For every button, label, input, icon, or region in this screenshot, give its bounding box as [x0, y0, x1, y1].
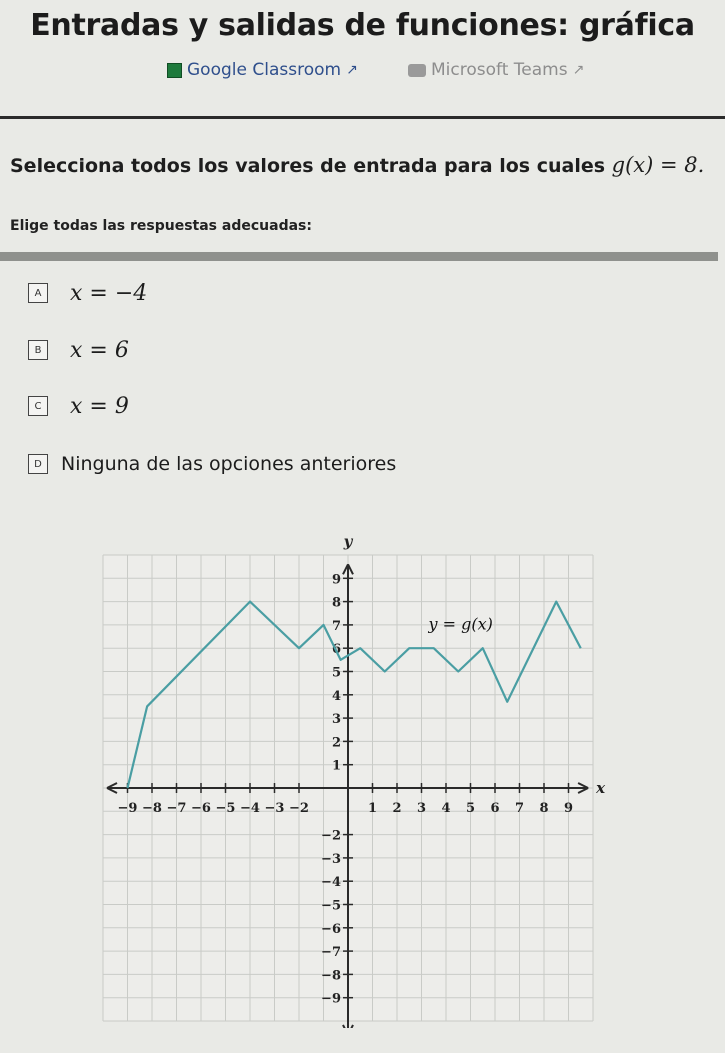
y-tick-label: −9	[321, 992, 341, 1007]
x-tick-label: −4	[240, 801, 260, 816]
x-tick-label: 6	[490, 801, 499, 816]
y-tick-label: −8	[321, 968, 341, 983]
y-tick-label: 9	[332, 572, 341, 587]
x-tick-label: −6	[191, 801, 211, 816]
question-prefix: Selecciona todos los valores de entrada …	[10, 155, 606, 177]
x-tick-label: 1	[368, 801, 377, 816]
y-tick-label: 2	[332, 735, 341, 750]
x-tick-label: 7	[515, 801, 524, 816]
x-tick-label: −8	[142, 801, 162, 816]
x-tick-label: 8	[539, 801, 548, 816]
option-b-text: x = 6	[70, 337, 129, 363]
y-tick-label: −4	[321, 875, 341, 890]
y-tick-label: 4	[332, 689, 341, 704]
y-axis-label: y	[343, 532, 354, 550]
question-math: g(x) = 8.	[611, 153, 705, 177]
x-axis-label: x	[595, 779, 606, 797]
instruction-text: Elige todas las respuestas adecuadas:	[10, 218, 312, 234]
option-c-text: x = 9	[70, 393, 129, 419]
option-d-text: Ninguna de las opciones anteriores	[61, 453, 397, 475]
teams-icon	[408, 63, 426, 77]
answers-divider	[0, 252, 718, 261]
x-tick-label: −7	[167, 801, 187, 816]
y-tick-label: 5	[332, 666, 341, 681]
google-classroom-label: Google Classroom	[187, 60, 342, 80]
x-tick-label: 2	[392, 801, 401, 816]
y-tick-label: −6	[321, 922, 341, 937]
option-d[interactable]: D Ninguna de las opciones anteriores	[28, 451, 396, 477]
external-link-icon: ↗	[572, 62, 585, 78]
divider	[0, 116, 725, 119]
curve-label: y = g(x)	[428, 615, 493, 634]
google-classroom-link[interactable]: Google Classroom ↗	[167, 60, 358, 80]
y-tick-label: 3	[332, 712, 341, 727]
page-title: Entradas y salidas de funciones: gráfica	[30, 8, 695, 43]
external-link-icon: ↗	[346, 62, 358, 78]
microsoft-teams-label: Microsoft Teams	[431, 60, 568, 80]
y-tick-label: 7	[332, 619, 341, 634]
x-tick-label: 3	[417, 801, 426, 816]
option-b-checkbox[interactable]: B	[28, 340, 48, 360]
classroom-icon	[167, 62, 182, 78]
x-tick-label: 4	[441, 801, 450, 816]
option-d-checkbox[interactable]: D	[28, 454, 48, 474]
x-tick-label: −5	[216, 801, 236, 816]
option-a-text: x = −4	[70, 280, 148, 306]
option-a[interactable]: A x = −4	[28, 280, 147, 306]
y-tick-label: −5	[321, 899, 341, 914]
x-tick-label: 5	[466, 801, 475, 816]
x-tick-label: −2	[289, 801, 309, 816]
x-tick-label: 9	[564, 801, 573, 816]
microsoft-teams-link[interactable]: Microsoft Teams ↗	[408, 60, 584, 80]
y-tick-label: 8	[332, 596, 341, 611]
x-tick-label: −3	[265, 801, 285, 816]
option-a-checkbox[interactable]: A	[28, 283, 48, 303]
y-tick-label: −3	[321, 852, 341, 867]
option-c-checkbox[interactable]: C	[28, 396, 48, 416]
y-tick-label: 1	[332, 759, 341, 774]
question-text: Selecciona todos los valores de entrada …	[10, 153, 704, 177]
y-tick-label: −2	[321, 829, 341, 844]
function-graph: −9 −8 −7 −6 −5 −4 −3 −2 1 2 3 4 5 6 7 8 9987654321−2−3−4…	[102, 532, 606, 1028]
x-tick-label: −9	[118, 801, 138, 816]
option-b[interactable]: B x = 6	[28, 337, 129, 363]
y-tick-label: −7	[321, 945, 341, 960]
option-c[interactable]: C x = 9	[28, 393, 129, 419]
resource-links: Google Classroom ↗ Microsoft Teams ↗	[0, 60, 725, 90]
